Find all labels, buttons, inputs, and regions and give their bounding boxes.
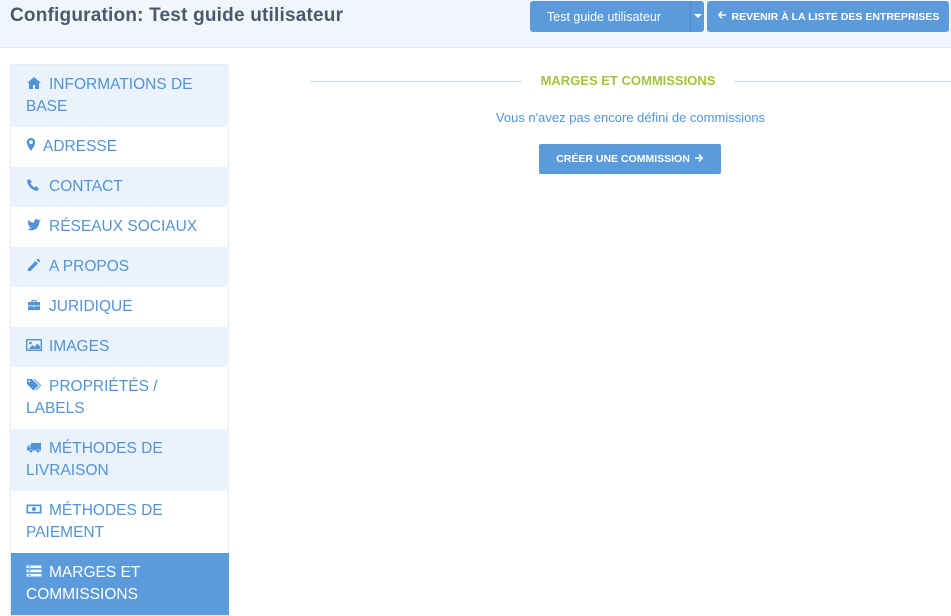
phone-icon [26, 178, 42, 192]
arrow-right-icon [694, 153, 704, 166]
map-marker-icon [26, 138, 36, 152]
sidebar-item-label: IMAGES [49, 338, 110, 355]
empty-state-message: Vous n'avez pas encore défini de commiss… [495, 110, 766, 125]
sidebar-item-label: MARGES ET COMMISSIONS [26, 564, 141, 603]
image-icon [26, 338, 42, 352]
sidebar-item-reseaux-sociaux[interactable]: RÉSEAUX SOCIAUX [11, 207, 229, 247]
sidebar-item-label: ADRESSE [43, 138, 118, 155]
sidebar-item-proprietes-labels[interactable]: PROPRIÉTÉS / LABELS [11, 367, 229, 429]
sidebar-item-a-propos[interactable]: A PROPOS [11, 247, 229, 287]
divider [734, 81, 951, 82]
sidebar-item-label: MÉTHODES DE PAIEMENT [26, 502, 163, 541]
sidebar-item-juridique[interactable]: JURIDIQUE [11, 287, 229, 327]
sidebar-item-methodes-de-paiement[interactable]: MÉTHODES DE PAIEMENT [11, 491, 229, 553]
back-to-companies-button[interactable]: REVENIR À LA LISTE DES ENTREPRISES [707, 1, 949, 32]
twitter-icon [26, 218, 42, 232]
company-select-value: Test guide utilisateur [547, 10, 661, 24]
top-bar: Configuration: Test guide utilisateur Te… [0, 0, 951, 48]
caret-down-icon[interactable] [690, 1, 704, 32]
pencil-icon [26, 258, 42, 272]
tags-icon [26, 378, 42, 392]
sidebar-item-marges-et-commissions[interactable]: MARGES ET COMMISSIONS [11, 553, 229, 615]
section-title: MARGES ET COMMISSIONS [540, 73, 716, 88]
sidebar-item-label: MÉTHODES DE LIVRAISON [26, 440, 163, 479]
sidebar-nav: INFORMATIONS DE BASE ADRESSE CONTACT RÉS… [10, 64, 229, 616]
create-button-label: CRÉER UNE COMMISSION [556, 153, 690, 165]
arrow-left-icon [717, 10, 727, 23]
truck-icon [26, 440, 42, 454]
section-header: MARGES ET COMMISSIONS [310, 72, 951, 92]
sidebar-item-contact[interactable]: CONTACT [11, 167, 229, 207]
sidebar-item-methodes-de-livraison[interactable]: MÉTHODES DE LIVRAISON [11, 429, 229, 491]
sidebar-item-label: RÉSEAUX SOCIAUX [49, 218, 198, 235]
company-select[interactable]: Test guide utilisateur [530, 1, 704, 32]
home-icon [26, 76, 42, 90]
sidebar-item-adresse[interactable]: ADRESSE [11, 127, 229, 167]
sidebar-item-label: JURIDIQUE [49, 298, 133, 315]
money-icon [26, 502, 42, 516]
page-title: Configuration: Test guide utilisateur [10, 5, 344, 26]
sidebar-item-label: INFORMATIONS DE BASE [26, 76, 193, 115]
sidebar-item-label: PROPRIÉTÉS / LABELS [26, 378, 158, 417]
back-button-label: REVENIR À LA LISTE DES ENTREPRISES [731, 10, 940, 23]
briefcase-icon [26, 298, 42, 312]
sidebar-item-label: A PROPOS [49, 258, 130, 275]
create-commission-button[interactable]: CRÉER UNE COMMISSION [539, 144, 721, 174]
sidebar-item-label: CONTACT [49, 178, 123, 195]
sidebar-item-informations-de-base[interactable]: INFORMATIONS DE BASE [11, 65, 229, 127]
list-icon [26, 564, 42, 578]
divider [310, 81, 522, 82]
sidebar-item-images[interactable]: IMAGES [11, 327, 229, 367]
